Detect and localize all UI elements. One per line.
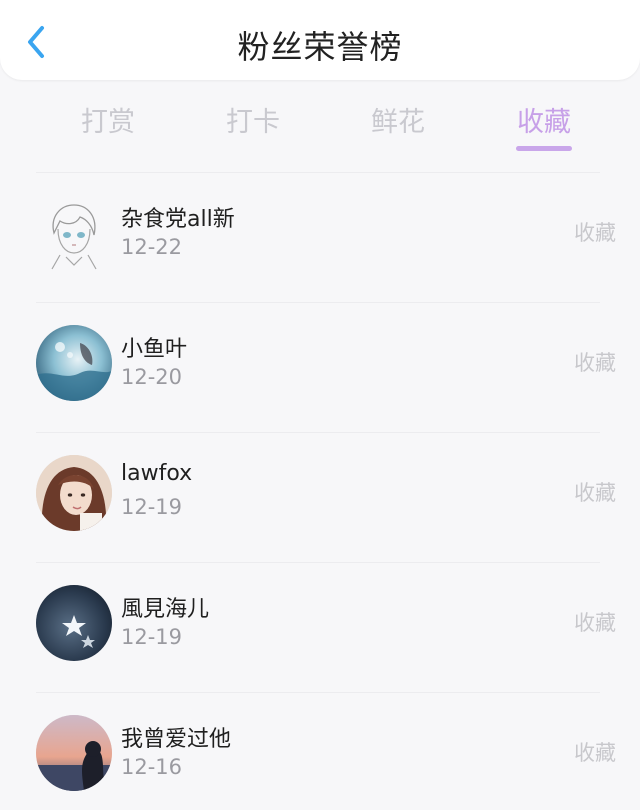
fan-date: 12-19: [121, 495, 183, 519]
fan-name: 風見海儿: [121, 597, 210, 622]
action-label: 收藏: [574, 611, 616, 635]
list-item[interactable]: 風見海儿 12-19 收藏: [0, 563, 640, 692]
action-label: 收藏: [574, 221, 616, 245]
fan-date: 12-20: [121, 365, 183, 389]
tab-flowers[interactable]: 鲜花: [338, 100, 458, 139]
tab-checkin[interactable]: 打卡: [193, 100, 313, 139]
action-label: 收藏: [574, 741, 616, 765]
tab-reward[interactable]: 打赏: [48, 100, 168, 139]
tab-bar: 打赏 打卡 鲜花 收藏: [0, 90, 640, 160]
underwater-avatar: [36, 325, 112, 401]
fan-name: lawfox: [121, 461, 193, 486]
fan-date: 12-19: [121, 625, 183, 649]
fan-name: 小鱼叶: [121, 337, 188, 362]
sunset-silhouette-avatar: [36, 715, 112, 791]
list-item[interactable]: 我曾爱过他 12-16 收藏: [0, 693, 640, 810]
active-tab-indicator: [516, 146, 572, 151]
night-star-avatar: [36, 585, 112, 661]
action-label: 收藏: [574, 481, 616, 505]
list-item[interactable]: 杂食党all新 12-22 收藏: [0, 173, 640, 302]
action-label: 收藏: [574, 351, 616, 375]
header-bar: 粉丝荣誉榜: [0, 0, 640, 80]
girl-portrait-avatar: [36, 455, 112, 531]
fan-date: 12-16: [121, 755, 183, 779]
fan-honor-page: 粉丝荣誉榜 打赏 打卡 鲜花 收藏 杂食党all新 12-22 收藏 小鱼叶 1…: [0, 0, 640, 810]
page-title: 粉丝荣誉榜: [237, 28, 403, 66]
fan-name: 杂食党all新: [121, 207, 235, 232]
fan-name: 我曾爱过他: [121, 727, 232, 752]
tab-favorites[interactable]: 收藏: [484, 100, 604, 139]
list-item[interactable]: 小鱼叶 12-20 收藏: [0, 303, 640, 432]
sketch-boy-avatar: [36, 195, 112, 271]
list-item[interactable]: lawfox 12-19 收藏: [0, 433, 640, 562]
fan-list: 杂食党all新 12-22 收藏 小鱼叶 12-20 收藏 lawfox 12-…: [0, 172, 640, 810]
fan-date: 12-22: [121, 235, 183, 259]
